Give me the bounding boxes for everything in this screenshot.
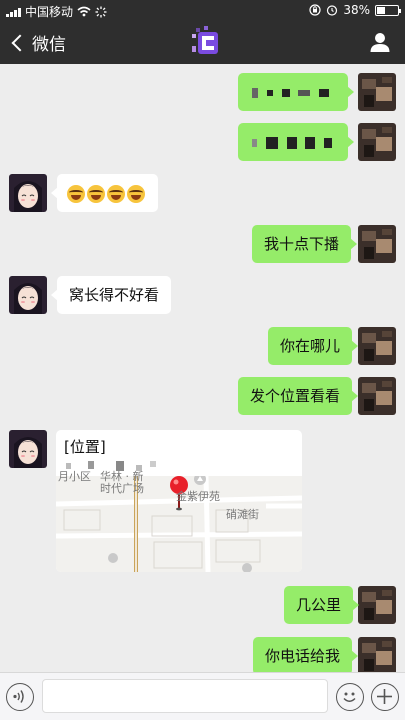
status-bar: 中国移动 38% (0, 0, 405, 20)
message-bubble-me[interactable] (238, 73, 354, 111)
message-bubble-me[interactable]: 我十点下播 (252, 225, 358, 263)
my-avatar[interactable] (358, 123, 396, 161)
contact-avatar[interactable] (9, 276, 47, 314)
back-label: 微信 (32, 35, 66, 55)
location-map[interactable]: 月小区 华林 · 新 时代广场 金紫伊苑 硝滩街 (56, 470, 302, 572)
emoji-button[interactable] (336, 683, 364, 711)
redacted-block (324, 137, 333, 148)
loading-icon (95, 6, 107, 17)
laughing-tears-emoji (107, 184, 125, 203)
back-button[interactable]: 微信 (8, 30, 66, 55)
laughing-tears-emoji (67, 184, 85, 203)
redacted-block (319, 88, 330, 97)
rotation-lock-icon (309, 4, 321, 16)
redacted-block (298, 89, 311, 96)
redacted-block (252, 138, 257, 147)
map-label: 月小区 (58, 470, 91, 483)
redacted-block (266, 89, 273, 96)
message-text: 窝长得不好看 (69, 286, 160, 304)
plus-icon (377, 689, 392, 704)
message-text: 几公里 (296, 596, 342, 614)
message-bubble-me[interactable] (238, 123, 354, 161)
redacted-block (305, 136, 316, 149)
laughing-tears-emoji (87, 184, 105, 203)
message-text: 我十点下播 (264, 235, 340, 253)
location-message[interactable]: [位置] 月小区 华林 · 新 时代广场 金紫伊苑 硝滩街 (56, 430, 302, 572)
nav-bar: 微信 (0, 20, 405, 64)
alarm-icon (327, 5, 338, 16)
redacted-block (281, 88, 290, 97)
redacted-block (286, 136, 297, 149)
my-avatar[interactable] (358, 225, 396, 263)
message-bubble-me[interactable]: 你在哪儿 (268, 327, 359, 365)
status-right: 38% (309, 3, 401, 17)
signal-icon (6, 7, 21, 17)
message-text: 发个位置看看 (250, 387, 341, 405)
location-title: [位置] (64, 438, 106, 456)
my-avatar[interactable] (358, 637, 396, 675)
message-bubble-me[interactable]: 几公里 (284, 586, 360, 624)
wifi-icon (77, 6, 91, 17)
map-label: 金紫伊苑 (176, 490, 220, 503)
battery-icon (375, 4, 401, 16)
chat-area[interactable]: 我十点下播 窝长得不好看 你在哪儿 发个位置看看 [位置] 月小区 华林 · 新… (0, 64, 405, 675)
message-bubble-me[interactable]: 你电话给我 (253, 637, 359, 675)
contact-avatar[interactable] (190, 26, 220, 56)
my-avatar[interactable] (358, 73, 396, 111)
emoji-icon (343, 692, 356, 702)
message-bubble-me[interactable]: 发个位置看看 (238, 377, 359, 415)
plus-button[interactable] (371, 683, 399, 711)
chevron-left-icon (11, 34, 29, 51)
contact-avatar[interactable] (9, 430, 47, 468)
laughing-tears-emoji (127, 184, 145, 203)
my-avatar[interactable] (358, 586, 396, 624)
map-label: 硝滩街 (226, 508, 259, 521)
message-bubble-them[interactable] (51, 174, 158, 212)
map-label: 时代广场 (100, 482, 144, 495)
carrier-label: 中国移动 (25, 5, 74, 19)
contact-avatar[interactable] (9, 174, 47, 212)
redacted-block (252, 87, 258, 98)
message-text: 你电话给我 (265, 647, 341, 665)
redacted-block (265, 136, 278, 149)
voice-icon (13, 690, 24, 703)
message-input[interactable] (42, 679, 328, 713)
message-bubble-them[interactable]: 窝长得不好看 (50, 276, 172, 314)
message-text: 你在哪儿 (280, 337, 341, 355)
my-avatar[interactable] (358, 327, 396, 365)
my-avatar[interactable] (358, 377, 396, 415)
voice-button[interactable] (6, 683, 34, 711)
input-bar (0, 672, 405, 720)
battery-fill (377, 6, 385, 14)
person-icon[interactable] (369, 31, 391, 53)
battery-percent: 38% (343, 3, 370, 17)
status-left: 中国移动 (6, 3, 107, 20)
